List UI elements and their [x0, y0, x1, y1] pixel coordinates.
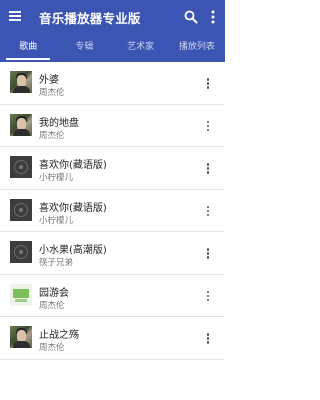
app-title: 音乐播放器专业版 [39, 11, 141, 26]
song-title: 园游会 [39, 287, 69, 299]
song-artist: 周杰伦 [39, 300, 65, 311]
song-title: 喜欢你(藏语版) [39, 202, 107, 214]
song-row[interactable]: 小水果(高潮版) 筷子兄弟 [0, 232, 225, 275]
song-artist: 周杰伦 [39, 88, 65, 98]
album-art [10, 198, 32, 221]
more-vert-icon[interactable] [205, 120, 211, 133]
search-icon[interactable] [184, 9, 198, 24]
song-row[interactable]: 止战之殇 周杰伦 [0, 317, 225, 360]
more-vert-icon[interactable] [205, 205, 211, 218]
tab-bar: 歌曲 专辑 艺术家 播放列表 [0, 36, 225, 62]
tab-songs[interactable]: 歌曲 [0, 36, 56, 62]
song-artist: 周杰伦 [39, 130, 65, 141]
more-vert-icon[interactable] [205, 290, 211, 303]
app-bar: 音乐播放器专业版 歌曲 专辑 艺术家 播放列表 [0, 0, 225, 62]
song-row[interactable]: 园游会 周杰伦 [0, 275, 225, 317]
album-art [10, 71, 32, 93]
more-vert-icon[interactable] [205, 163, 211, 175]
album-art [10, 241, 32, 263]
song-list: 外婆 周杰伦 我的地盘 周杰伦 喜欢你(藏语版) 小柠檬儿 喜欢你(藏语版) 小… [0, 62, 225, 360]
album-art [10, 283, 32, 306]
tab-albums[interactable]: 专辑 [56, 36, 112, 62]
toolbar: 音乐播放器专业版 [0, 0, 225, 36]
album-art [10, 326, 32, 348]
song-artist: 小柠檬儿 [39, 173, 74, 183]
song-title: 外婆 [39, 75, 59, 86]
song-row[interactable]: 喜欢你(藏语版) 小柠檬儿 [0, 147, 225, 190]
song-artist: 小柠檬儿 [39, 215, 74, 226]
song-title: 喜欢你(藏语版) [39, 160, 107, 171]
song-artist: 筷子兄弟 [39, 258, 74, 268]
more-vert-icon[interactable] [209, 9, 217, 25]
more-vert-icon[interactable] [205, 78, 211, 90]
song-artist: 周杰伦 [39, 343, 65, 353]
song-title: 小水果(高潮版) [39, 245, 107, 256]
song-title: 我的地盘 [39, 117, 79, 129]
tab-artists[interactable]: 艺术家 [113, 36, 169, 62]
album-art [10, 156, 32, 178]
menu-icon[interactable] [9, 9, 23, 23]
more-vert-icon[interactable] [205, 333, 211, 345]
more-vert-icon[interactable] [205, 248, 211, 260]
song-row[interactable]: 喜欢你(藏语版) 小柠檬儿 [0, 190, 225, 232]
song-row[interactable]: 外婆 周杰伦 [0, 62, 225, 105]
album-art [10, 113, 32, 136]
tab-playlists[interactable]: 播放列表 [169, 36, 225, 62]
song-title: 止战之殇 [39, 330, 79, 341]
song-row[interactable]: 我的地盘 周杰伦 [0, 105, 225, 147]
